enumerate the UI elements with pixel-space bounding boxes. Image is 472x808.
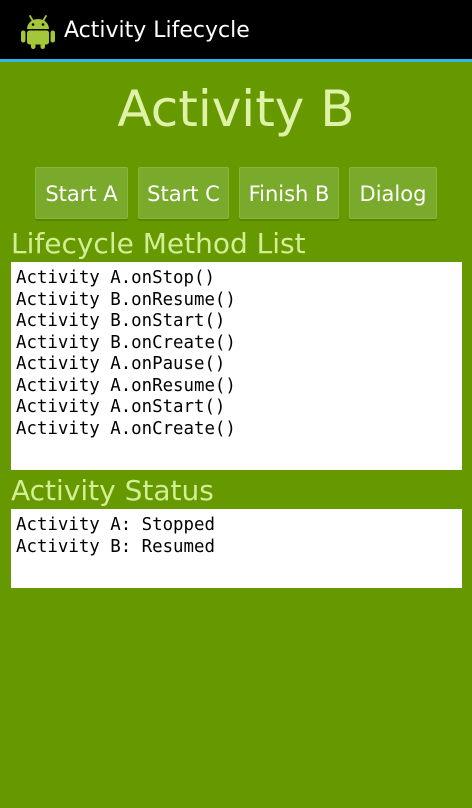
start-a-button[interactable]: Start A	[35, 167, 128, 219]
android-robot-icon[interactable]	[18, 11, 58, 51]
method-line: Activity A.onResume()	[16, 375, 236, 396]
start-c-button[interactable]: Start C	[138, 167, 229, 219]
app-screen: Activity Lifecycle Activity B Start A St…	[0, 0, 472, 808]
method-line: Activity B.onResume()	[16, 289, 236, 310]
activity-heading: Activity B	[117, 80, 355, 138]
activity-status-label: Activity Status	[11, 474, 214, 507]
lifecycle-method-list-label: Lifecycle Method List	[11, 227, 306, 260]
method-line: Activity A.onStart()	[16, 397, 226, 417]
action-bar: Activity Lifecycle	[0, 0, 472, 62]
status-line: Activity B: Resumed	[16, 536, 215, 557]
lifecycle-method-list[interactable]: Activity A.onStop() Activity B.onResume(…	[11, 262, 462, 470]
method-line: Activity B.onCreate()	[16, 332, 236, 353]
activity-status-box[interactable]: Activity A: Stopped Activity B: Resumed	[11, 509, 462, 588]
dialog-button[interactable]: Dialog	[349, 167, 437, 219]
finish-b-button[interactable]: Finish B	[239, 167, 339, 219]
method-line: Activity A.onCreate()	[16, 418, 236, 439]
method-line: Activity A.onStop()	[16, 268, 215, 288]
status-line: Activity A: Stopped	[16, 515, 215, 535]
method-line: Activity B.onStart()	[16, 311, 226, 331]
app-title: Activity Lifecycle	[64, 18, 250, 43]
method-line: Activity A.onPause()	[16, 354, 226, 374]
